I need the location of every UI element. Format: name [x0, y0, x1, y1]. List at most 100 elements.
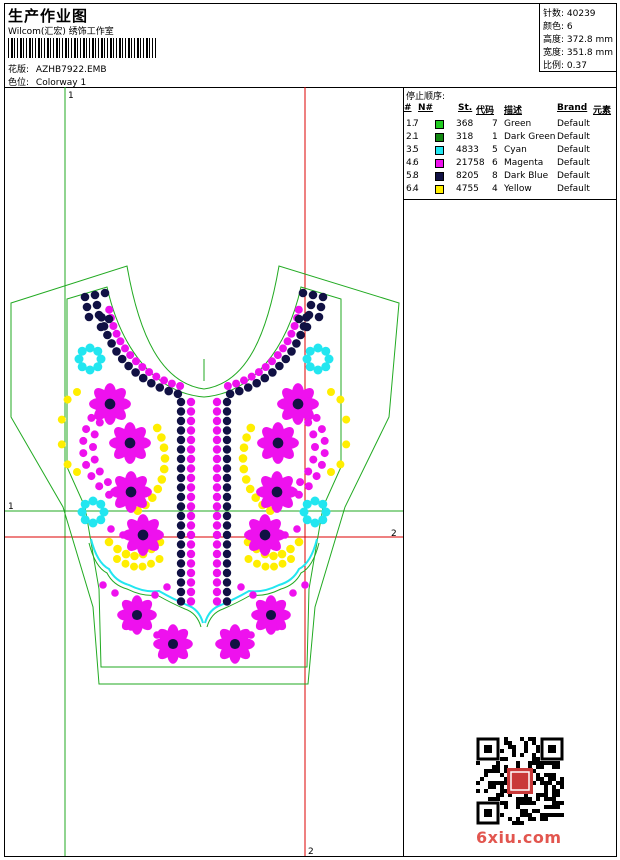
row-stitches: 8205 — [456, 171, 479, 181]
row-code: 7 — [492, 119, 498, 129]
cyan-rosette-dot — [80, 499, 90, 509]
center-magenta-dot — [212, 559, 222, 568]
center-navy-dot — [222, 578, 232, 587]
row-description: Magenta — [504, 158, 544, 168]
center-navy-dot — [176, 464, 186, 473]
shoulder-navy-dot — [304, 310, 314, 320]
center-navy-dot — [222, 530, 232, 540]
flower-icon — [244, 514, 286, 556]
side-magenta-dot — [82, 460, 91, 469]
center-magenta-dot — [186, 483, 196, 492]
lower-yellow-dot — [253, 559, 261, 568]
shoulder-navy-dot — [82, 302, 92, 312]
cyan-rosette-dot — [88, 518, 98, 528]
center-magenta-dot — [186, 454, 196, 464]
shoulder-navy-dot — [84, 312, 94, 322]
center-navy-dot — [222, 502, 232, 511]
side-yellow-dot — [336, 395, 345, 404]
guide-label-v2: 2 — [308, 847, 314, 856]
table-row: 1. 7 368 7 Green Default — [404, 119, 617, 132]
lower-yellow-dot — [130, 551, 139, 561]
lower-yellow-dot — [270, 562, 278, 571]
center-magenta-dot — [186, 435, 196, 445]
side-yellow-dot — [239, 464, 249, 474]
row-description: Dark Blue — [504, 171, 549, 181]
stat-scale: 比例: 0.37 — [543, 61, 587, 71]
side-magenta-dot — [90, 455, 99, 464]
side-magenta-dot — [304, 482, 313, 491]
shoulder-navy-dot — [100, 288, 110, 298]
neck-navy-dot — [117, 354, 127, 364]
center-magenta-dot — [212, 530, 222, 540]
center-navy-dot — [176, 587, 186, 597]
flower-icon — [215, 624, 255, 664]
shoulder-navy-dot — [294, 314, 304, 324]
design-line: 花版: AZHB7922.EMB — [8, 62, 107, 75]
cyan-rosette-dot — [321, 346, 331, 356]
cyan-rosette-dot — [310, 496, 320, 506]
side-magenta-dot — [320, 449, 329, 458]
table-row: 3. 5 4833 5 Cyan Default — [404, 145, 617, 158]
center-magenta-dot — [212, 454, 222, 464]
shoulder-navy-dot — [80, 292, 90, 302]
center-magenta-dot — [212, 483, 222, 492]
cyan-rosette-dot — [318, 515, 328, 525]
side-yellow-dot — [152, 423, 162, 433]
side-magenta-dot — [87, 472, 96, 481]
center-navy-dot — [222, 549, 232, 559]
center-magenta-dot — [186, 407, 196, 416]
center-magenta-dot — [212, 407, 222, 416]
center-navy-dot — [222, 426, 232, 435]
neck-navy-dot — [260, 373, 270, 383]
header: 生产作业图 Wilcom(汇宏) 绣饰工作室 花版: AZHB7922.EMB … — [5, 4, 617, 88]
center-navy-dot — [176, 397, 186, 407]
row-needle: 1 — [413, 132, 419, 142]
center-navy-dot — [176, 407, 186, 416]
side-magenta-dot — [317, 460, 326, 469]
row-needle: 4 — [413, 184, 419, 194]
side-magenta-dot — [311, 443, 319, 451]
center-magenta-dot — [186, 511, 196, 521]
side-yellow-dot — [160, 454, 170, 463]
side-magenta-dot — [90, 430, 99, 439]
neck-magenta-dot — [176, 382, 185, 390]
color-swatch — [435, 185, 444, 194]
center-navy-dot — [222, 473, 232, 483]
worksheet: 生产作业图 Wilcom(汇宏) 绣饰工作室 花版: AZHB7922.EMB … — [4, 3, 617, 857]
cyan-rosette-dot — [85, 365, 95, 375]
shoulder-navy-dot — [92, 300, 102, 310]
center-navy-dot — [176, 521, 186, 530]
center-navy-dot — [222, 587, 232, 597]
row-code: 4 — [492, 184, 498, 194]
center-navy-dot — [176, 454, 186, 464]
side-magenta-dot — [82, 425, 91, 434]
center-magenta-dot — [186, 445, 196, 454]
stat-colors: 颜色: 6 — [543, 22, 573, 32]
center-navy-dot — [222, 397, 232, 407]
side-yellow-dot — [63, 395, 72, 404]
side-yellow-dot — [241, 475, 251, 484]
design-value: AZHB7922.EMB — [35, 65, 107, 75]
center-navy-dot — [222, 540, 232, 549]
row-stitches: 4755 — [456, 184, 479, 194]
row-code: 6 — [492, 158, 498, 168]
center-magenta-dot — [186, 464, 196, 473]
cyan-rosette-dot — [74, 354, 84, 364]
lower-magenta-dot — [289, 589, 297, 597]
row-needle: 7 — [413, 119, 419, 129]
neck-magenta-dot — [294, 305, 303, 314]
neck-magenta-dot — [112, 329, 121, 338]
cyan-rosette-dot — [77, 362, 87, 372]
center-navy-dot — [176, 511, 186, 521]
neck-magenta-dot — [109, 322, 118, 330]
center-navy-dot — [176, 530, 186, 540]
side-magenta-dot — [304, 467, 313, 476]
center-magenta-dot — [186, 473, 196, 483]
col-header-code: 代码 — [476, 106, 495, 116]
neck-magenta-dot — [247, 372, 256, 381]
lower-yellow-dot — [121, 549, 131, 559]
side-yellow-dot — [159, 443, 169, 453]
center-navy-dot — [222, 521, 232, 530]
embroidery-design: 1 1 2 2 — [5, 87, 403, 857]
shoulder-navy-dot — [96, 322, 106, 332]
